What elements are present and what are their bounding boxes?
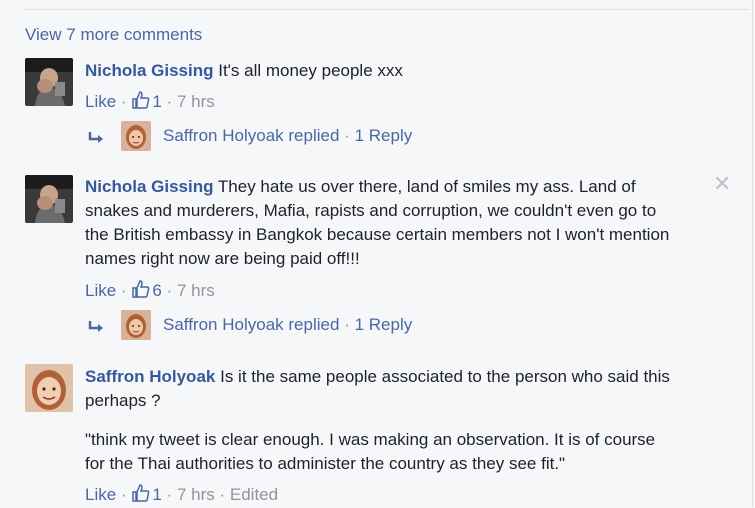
comment-text-line: snakes and murderers, Mafia, rapists and… xyxy=(85,201,657,220)
separator: · xyxy=(120,485,127,504)
timestamp[interactable]: 7 hrs xyxy=(177,281,215,300)
separator: · xyxy=(344,126,350,145)
comment-body: Saffron Holyoak Is it the same people as… xyxy=(85,365,725,413)
reply-count-link[interactable]: 1 Reply xyxy=(355,126,413,145)
separator: · xyxy=(344,315,350,334)
comment-actions: Like · 6 · 7 hrs xyxy=(85,279,215,304)
reply-author[interactable]: Saffron Holyoak xyxy=(163,126,284,145)
thumbs-up-icon[interactable] xyxy=(131,279,151,304)
timestamp[interactable]: 7 hrs xyxy=(177,92,215,111)
comment-text-line: names right now are being paid off!!! xyxy=(85,249,360,268)
view-more-comments-link[interactable]: View 7 more comments xyxy=(25,25,202,45)
like-button[interactable]: Like xyxy=(85,281,116,300)
timestamp[interactable]: 7 hrs xyxy=(177,485,215,504)
reply-count-link[interactable]: 1 Reply xyxy=(355,315,413,334)
like-count[interactable]: 1 xyxy=(152,485,161,504)
comment-body: Nichola Gissing It's all money people xx… xyxy=(85,59,705,83)
like-count[interactable]: 6 xyxy=(152,281,161,300)
comment-author[interactable]: Nichola Gissing xyxy=(85,61,213,80)
like-count[interactable]: 1 xyxy=(152,92,161,111)
quote-line: "think my tweet is clear enough. I was m… xyxy=(85,430,656,449)
separator: · xyxy=(120,281,127,300)
edited-label[interactable]: Edited xyxy=(230,485,278,504)
comment-body: Nichola Gissing They hate us over there,… xyxy=(85,175,705,271)
reply-replied: replied xyxy=(288,315,340,334)
comments-panel: View 7 more comments Nichola Gissing It'… xyxy=(0,0,753,507)
separator: · xyxy=(120,92,127,111)
separator: · xyxy=(166,281,173,300)
avatar-nichola[interactable] xyxy=(25,58,73,106)
comment-text-line: Is it the same people associated to the … xyxy=(220,367,670,386)
avatar-saffron-small[interactable] xyxy=(121,121,151,151)
thumbs-up-icon[interactable] xyxy=(131,483,151,508)
separator: · xyxy=(166,92,173,111)
comment-author[interactable]: Nichola Gissing xyxy=(85,177,213,196)
comment-actions: Like · 1 · 7 hrs · Edited xyxy=(85,483,278,508)
comment-text: It's all money people xxx xyxy=(218,61,403,80)
quoted-text: "think my tweet is clear enough. I was m… xyxy=(85,428,735,476)
close-icon[interactable]: ✕ xyxy=(713,173,731,195)
separator: · xyxy=(219,485,226,504)
avatar-saffron-small[interactable] xyxy=(121,310,151,340)
separator: · xyxy=(166,485,173,504)
quote-line: for the Thai authorities to administer t… xyxy=(85,454,566,473)
divider xyxy=(24,9,750,10)
comment-text-line: the British embassy in Bangkok because c… xyxy=(85,225,670,244)
reply-summary[interactable]: Saffron Holyoak replied · 1 Reply xyxy=(163,315,412,335)
comment-author[interactable]: Saffron Holyoak xyxy=(85,367,215,386)
reply-summary[interactable]: Saffron Holyoak replied · 1 Reply xyxy=(163,126,412,146)
reply-replied: replied xyxy=(288,126,340,145)
reply-arrow-icon xyxy=(88,131,106,150)
thumbs-up-icon[interactable] xyxy=(131,90,151,115)
like-button[interactable]: Like xyxy=(85,485,116,504)
comment-actions: Like · 1 · 7 hrs xyxy=(85,90,215,115)
avatar-nichola[interactable] xyxy=(25,175,73,223)
avatar-saffron[interactable] xyxy=(25,364,73,412)
like-button[interactable]: Like xyxy=(85,92,116,111)
reply-arrow-icon xyxy=(88,320,106,339)
comment-text-line: perhaps ? xyxy=(85,391,161,410)
reply-author[interactable]: Saffron Holyoak xyxy=(163,315,284,334)
comment-text-line: They hate us over there, land of smiles … xyxy=(217,177,636,196)
